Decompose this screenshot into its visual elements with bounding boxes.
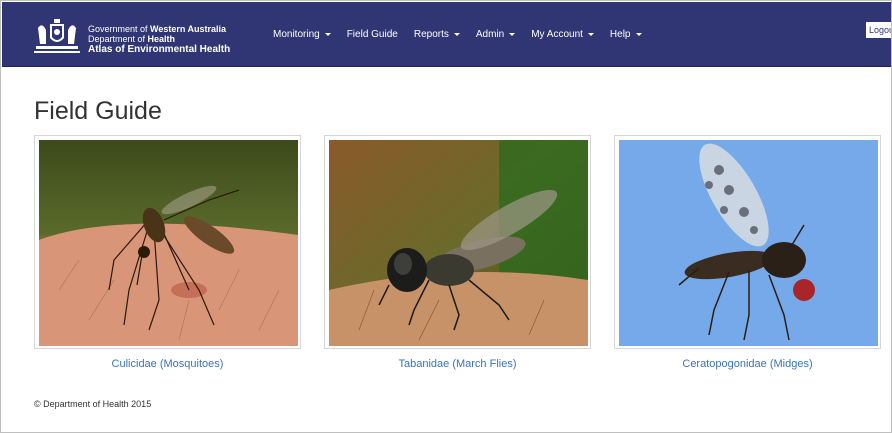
caret-down-icon <box>587 32 594 36</box>
card-midges[interactable] <box>614 135 881 349</box>
page-frame: Government of Western Australia Departme… <box>0 0 892 433</box>
caret-down-icon <box>509 32 516 36</box>
logout-button[interactable]: Logout <box>866 22 891 38</box>
nav-monitoring[interactable]: Monitoring <box>273 29 331 40</box>
brand-department-prefix: Department of <box>88 34 148 44</box>
nav-my-account-label: My Account <box>531 28 583 40</box>
nav-admin[interactable]: Admin <box>475 28 516 40</box>
page-title: Field Guide <box>34 97 162 125</box>
mosquito-photo[interactable] <box>39 140 298 346</box>
caret-down-icon <box>635 32 642 36</box>
main-nav: Monitoring Field Guide Reports Admin My … <box>273 2 658 66</box>
brand-government-prefix: Government of <box>88 24 151 34</box>
brand-app-name: Atlas of Environmental Health <box>88 44 231 55</box>
nav-field-guide-label: Field Guide <box>346 28 398 40</box>
wa-government-crest-logo[interactable] <box>32 18 82 56</box>
caption-march-flies[interactable]: Tabanidae (March Flies) <box>324 358 591 370</box>
nav-monitoring-label: Monitoring <box>273 28 320 40</box>
nav-help-label: Help <box>609 28 631 40</box>
brand-government-bold: Western Australia <box>150 24 227 34</box>
march-fly-photo[interactable] <box>329 140 588 346</box>
nav-help[interactable]: Help <box>610 29 642 40</box>
brand-government-line: Government of Western Australia <box>88 24 230 34</box>
nav-my-account[interactable]: My Account <box>531 29 594 40</box>
nav-admin-label: Admin <box>475 28 505 40</box>
brand-text[interactable]: Government of Western Australia Departme… <box>88 24 230 55</box>
nav-reports-label: Reports <box>413 28 449 40</box>
footer-copyright: © Department of Health 2015 <box>34 399 152 409</box>
card-march-flies[interactable] <box>324 135 591 349</box>
top-navbar: Government of Western Australia Departme… <box>2 2 891 67</box>
nav-field-guide[interactable]: Field Guide <box>347 29 398 40</box>
caption-mosquitoes[interactable]: Culicidae (Mosquitoes) <box>34 358 301 370</box>
midge-photo[interactable] <box>619 140 878 346</box>
brand-department-bold: Health <box>147 34 176 44</box>
caret-down-icon <box>453 32 460 36</box>
nav-reports[interactable]: Reports <box>414 29 460 40</box>
caption-midges[interactable]: Ceratopogonidae (Midges) <box>614 358 881 370</box>
card-mosquitoes[interactable] <box>34 135 301 349</box>
caret-down-icon <box>324 32 331 36</box>
brand-department-line: Department of Health <box>88 34 230 44</box>
